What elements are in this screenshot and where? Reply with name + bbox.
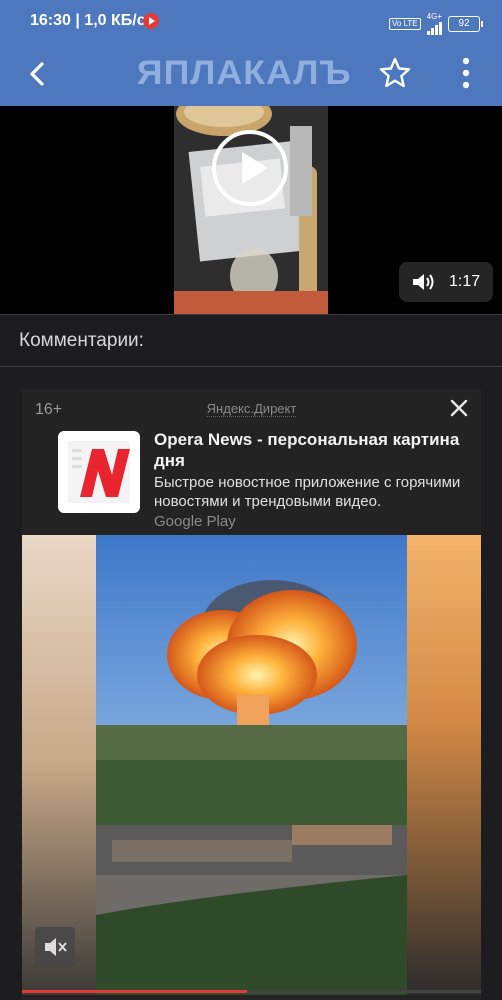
divider [0,366,502,367]
ad-source-label: Яндекс.Директ [22,401,481,417]
ad-source-text: Яндекс.Директ [206,401,297,417]
divider [0,314,502,315]
more-vert-icon[interactable] [455,56,477,90]
youtube-notification-icon [143,13,159,29]
opera-news-app-icon[interactable] [58,431,140,513]
play-button[interactable] [212,130,288,206]
status-bar: 16:30 | 1,0 КБ/с Vo LTE 4G+ 92 [0,0,502,42]
ad-store-label: Google Play [154,513,236,530]
network-speed: 1,0 КБ/с [84,12,146,29]
arrow-left-icon[interactable] [24,60,52,88]
clock: 16:30 [30,12,71,29]
site-logo[interactable]: ЯПЛАКАЛЪ [137,54,352,93]
status-indicators: Vo LTE 4G+ 92 [389,12,483,35]
status-time: 16:30 | 1,0 КБ/с [30,12,146,29]
ad-card[interactable]: 16+ Яндекс.Директ Opera News - персональ… [22,389,481,1000]
volume-icon[interactable] [411,272,435,292]
network-type: 4G+ [426,12,442,21]
comments-heading: Комментарии: [19,330,144,351]
video-duration: 1:17 [449,273,481,290]
close-icon[interactable] [450,399,468,417]
mute-button[interactable] [35,927,75,967]
ad-video-progress [22,990,481,993]
ad-description: Быстрое новостное приложение с горячими … [154,474,461,510]
volte-icon: Vo LTE [389,17,421,30]
app-bar: ЯПЛАКАЛЪ [0,42,502,106]
signal-icon: 4G+ [427,12,442,35]
video-player[interactable]: 1:17 [0,106,502,314]
star-outline-icon[interactable] [378,56,412,90]
ad-video[interactable] [22,535,481,995]
battery-icon: 92 [448,15,483,32]
duration-pill[interactable]: 1:17 [399,262,493,302]
volume-muted-icon[interactable] [35,927,75,967]
progress-fill [22,990,247,993]
ad-title[interactable]: Opera News - персональная картина дня [154,429,474,471]
